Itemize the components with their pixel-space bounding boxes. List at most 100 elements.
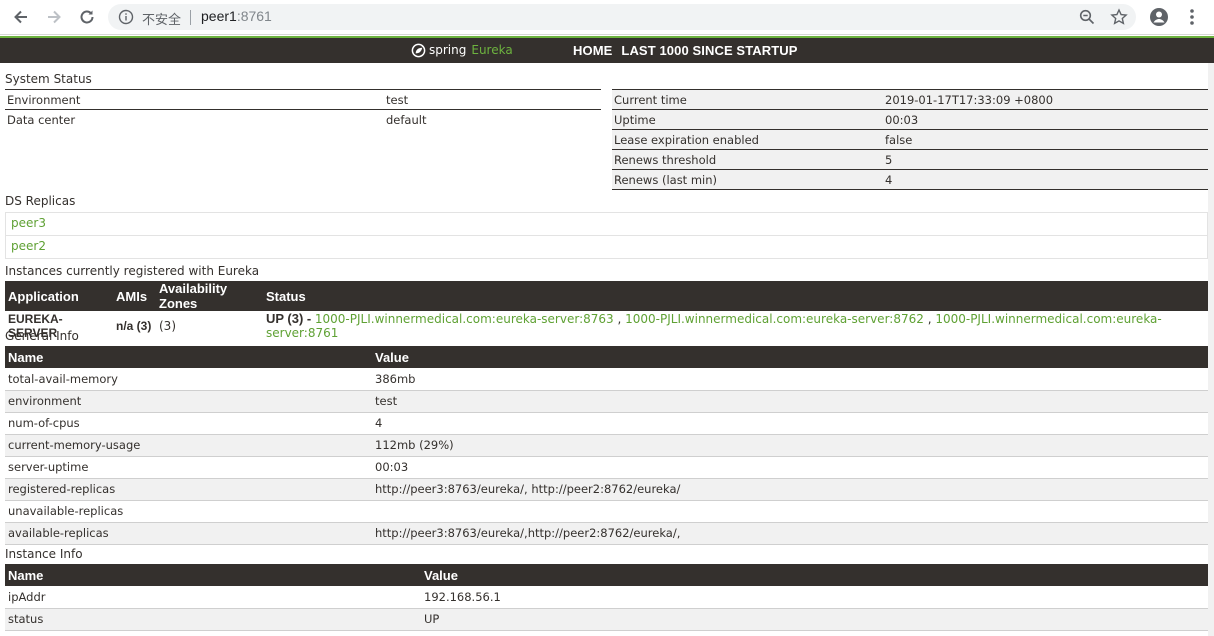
table-row: EUREKA-SERVER n/a (3) (3) UP (3) - 1000-… (5, 311, 1208, 340)
table-row: server-uptime 00:03 (5, 456, 1208, 479)
info-value: 386mb (372, 368, 1208, 391)
status-label: Lease expiration enabled (614, 132, 759, 147)
status-value: 4 (885, 172, 893, 187)
table-row: Renews (last min) 4 (612, 169, 1208, 190)
status-value: 5 (885, 152, 893, 167)
page-scrollbar[interactable] (1208, 63, 1214, 636)
status-label: Renews (last min) (614, 172, 718, 187)
brand-spring-text: spring (429, 43, 467, 57)
instances-table: Application AMIs Availability Zones Stat… (5, 281, 1208, 340)
instance-link-8763[interactable]: 1000-PJLI.winnermedical.com:eureka-serve… (315, 312, 614, 326)
link-separator: , (613, 312, 626, 326)
more-menu-icon[interactable] (1182, 6, 1202, 31)
info-value: http://peer3:8763/eureka/, http://peer2:… (372, 478, 1208, 501)
table-row: Lease expiration enabled false (612, 129, 1208, 150)
info-name: server-uptime (5, 456, 372, 479)
info-value: 112mb (29%) (372, 434, 1208, 457)
url-text: peer1:8761 (201, 8, 272, 24)
column-header: Status (263, 281, 1208, 311)
info-value (372, 500, 1208, 523)
status-label: Current time (614, 92, 687, 107)
table-row: current-memory-usage 112mb (29%) (5, 434, 1208, 457)
info-value: 192.168.56.1 (421, 586, 1208, 609)
system-status-right-table: Current time 2019-01-17T17:33:09 +0800 U… (612, 89, 1208, 190)
info-value: 00:03 (372, 456, 1208, 479)
general-info-heading: General Info (5, 329, 79, 343)
forward-arrow-icon[interactable] (43, 6, 65, 28)
ds-replicas-list: peer3 peer2 (5, 212, 1208, 259)
info-value: UP (421, 608, 1208, 631)
bookmark-star-icon[interactable] (1110, 8, 1128, 29)
status-up-text: UP (3) - (266, 311, 315, 326)
instance-link-8762[interactable]: 1000-PJLI.winnermedical.com:eureka-serve… (625, 312, 924, 326)
info-value: http://peer3:8763/eureka/,http://peer2:8… (372, 522, 1208, 545)
spring-leaf-icon (411, 43, 426, 57)
back-arrow-icon[interactable] (10, 6, 32, 28)
status-value: false (885, 132, 913, 147)
column-header: Name (5, 346, 372, 368)
info-icon[interactable] (118, 9, 134, 28)
amis-value: n/a (3) (116, 318, 152, 333)
table-row: Uptime 00:03 (612, 109, 1208, 130)
info-name: environment (5, 390, 372, 413)
link-separator: , (923, 312, 936, 326)
status-label: Uptime (614, 112, 656, 127)
table-row: Renews threshold 5 (612, 149, 1208, 170)
column-header: Name (5, 564, 421, 586)
instance-info-heading: Instance Info (5, 547, 83, 561)
browser-toolbar: 不安全 peer1:8761 (0, 0, 1214, 35)
table-row: registered-replicas http://peer3:8763/eu… (5, 478, 1208, 501)
ds-replicas-heading: DS Replicas (5, 194, 76, 208)
table-header-row: Application AMIs Availability Zones Stat… (5, 281, 1208, 311)
status-value: 00:03 (885, 112, 919, 127)
table-row: Environment test (5, 89, 601, 110)
column-header: Value (372, 346, 1208, 368)
insecure-label: 不安全 (142, 13, 182, 28)
table-row: Data center default (5, 109, 601, 130)
column-header: AMIs (113, 281, 156, 311)
replica-link-peer3[interactable]: peer3 (11, 216, 46, 230)
column-header: Availability Zones (156, 281, 263, 311)
status-value: test (386, 92, 409, 107)
status-value: default (386, 112, 427, 127)
reload-icon[interactable] (76, 6, 98, 28)
column-header: Value (421, 564, 1208, 586)
info-name: status (5, 608, 421, 631)
nav-last-1000-link[interactable]: LAST 1000 SINCE STARTUP (621, 43, 797, 58)
profile-avatar-icon[interactable] (1148, 6, 1170, 31)
nav-links: HOME LAST 1000 SINCE STARTUP (573, 43, 798, 58)
address-bar[interactable]: 不安全 peer1:8761 (108, 4, 1136, 30)
instances-heading: Instances currently registered with Eure… (5, 264, 260, 278)
instance-info-table: Name Value ipAddr 192.168.56.1 status UP (5, 564, 1208, 631)
status-label: Renews threshold (614, 152, 717, 167)
table-row: ipAddr 192.168.56.1 (5, 586, 1208, 609)
status-label: Data center (7, 112, 76, 127)
nav-home-link[interactable]: HOME (573, 43, 612, 58)
table-row: Current time 2019-01-17T17:33:09 +0800 (612, 89, 1208, 110)
info-value: 4 (372, 412, 1208, 435)
list-item: peer3 (5, 212, 1208, 236)
system-status-left-table: Environment test Data center default (5, 89, 601, 130)
eureka-navbar: spring Eureka HOME LAST 1000 SINCE START… (0, 36, 1214, 63)
table-row: available-replicas http://peer3:8763/eur… (5, 522, 1208, 545)
system-status-heading: System Status (5, 72, 92, 86)
spring-eureka-logo[interactable]: spring Eureka (411, 41, 513, 59)
table-row: status UP (5, 608, 1208, 631)
column-header: Application (5, 281, 113, 311)
url-port: :8761 (236, 8, 272, 24)
info-name: unavailable-replicas (5, 500, 372, 523)
url-host: peer1 (201, 8, 237, 24)
omnibox-divider (190, 10, 191, 25)
info-name: total-avail-memory (5, 368, 372, 391)
replica-link-peer2[interactable]: peer2 (11, 239, 46, 253)
table-row: environment test (5, 390, 1208, 413)
info-name: num-of-cpus (5, 412, 372, 435)
table-row: num-of-cpus 4 (5, 412, 1208, 435)
status-label: Environment (7, 92, 81, 107)
zoom-icon[interactable] (1078, 8, 1096, 29)
table-header-row: Name Value (5, 346, 1208, 368)
brand-eureka-text: Eureka (471, 43, 513, 57)
info-name: ipAddr (5, 586, 421, 609)
table-row: total-avail-memory 386mb (5, 368, 1208, 391)
info-value: test (372, 390, 1208, 413)
